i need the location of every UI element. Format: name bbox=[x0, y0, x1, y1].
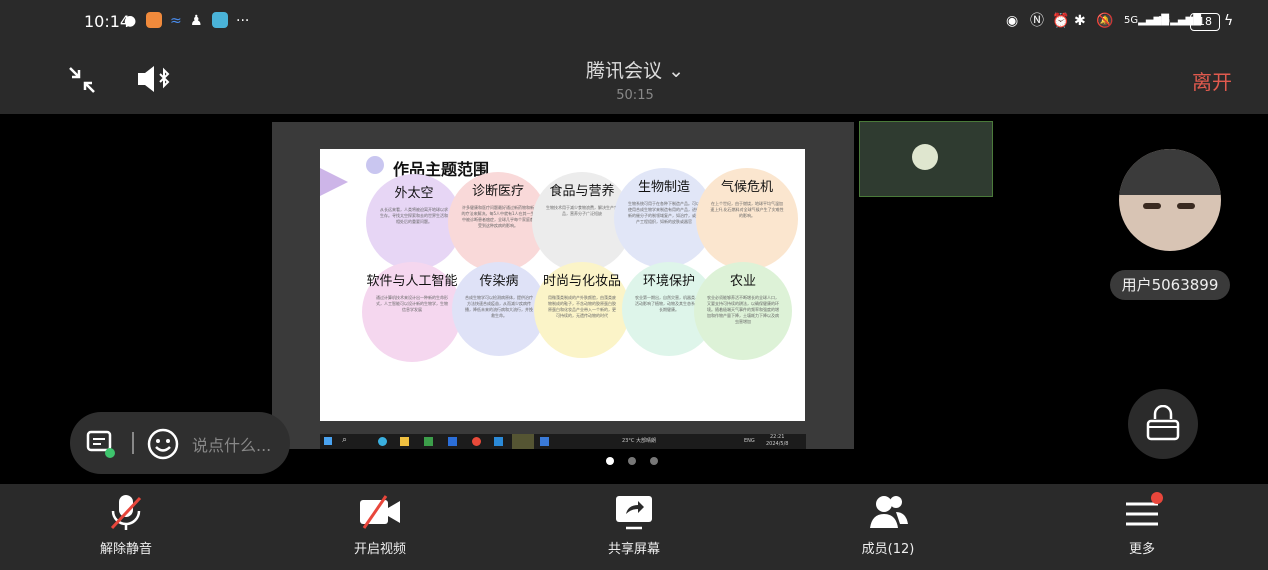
topic-bubble: 时尚与化妆品用微藻类制成的产外肤颜脸，由藻类废物制成的鞋子，不含动物的胶原蛋白胶… bbox=[534, 262, 630, 358]
topic-title: 气候危机 bbox=[720, 180, 773, 195]
topic-title: 环境保护 bbox=[642, 274, 695, 289]
topic-bubble: 软件与人工智能 通过计算机技术来设计出一种新的生命形式，人工智能可以设计新的生物学… bbox=[362, 262, 462, 362]
topic-text: 合成生物学可以检测病原体，提供治疗方法快速合成疫苗，从而减少疾病传播，降低未来的… bbox=[464, 295, 533, 318]
topic-title: 食品与营养 bbox=[549, 184, 615, 199]
share-screen-label: 共享屏幕 bbox=[607, 542, 660, 557]
shared-taskbar: ⌕ 23°C 大部晴朗 ENG 22:21 2024/5/8 bbox=[320, 434, 806, 449]
menu-icon bbox=[1126, 492, 1163, 526]
leave-button[interactable]: 离开 bbox=[1192, 66, 1232, 95]
subtitles-icon[interactable] bbox=[86, 429, 116, 459]
slide-decoration bbox=[320, 168, 348, 196]
topic-text: 用微藻类制成的产外肤颜脸，由藻类废物制成的鞋子，不含动物的胶原蛋白胶原蛋白和化妆… bbox=[548, 295, 616, 318]
more-label: 更多 bbox=[1128, 542, 1155, 557]
active-app-icon bbox=[512, 434, 534, 449]
edge-icon bbox=[378, 437, 387, 446]
topic-title: 诊断医疗 bbox=[471, 184, 524, 199]
slide-title-bullet bbox=[366, 156, 384, 174]
chat-input[interactable]: 说点什么... bbox=[192, 432, 271, 456]
thumbnail-avatar bbox=[912, 144, 938, 170]
page-dot[interactable] bbox=[628, 457, 636, 465]
reader-app-icon bbox=[212, 12, 228, 30]
chat-bar: 说点什么... bbox=[70, 412, 290, 474]
more-button[interactable]: 更多 bbox=[1082, 492, 1202, 557]
avatar-eye bbox=[1177, 203, 1195, 209]
participant-thumbnail[interactable] bbox=[859, 121, 993, 197]
search-icon: ⌕ bbox=[342, 435, 348, 445]
page-dot[interactable] bbox=[606, 457, 614, 465]
topic-text: 生物技术用于减少食物浪费，解决生产食品，营养分子广泛短缺 bbox=[546, 205, 618, 216]
bluetooth-icon: ✱ bbox=[1074, 13, 1086, 29]
app-icon bbox=[448, 437, 457, 446]
avatar-hair bbox=[1119, 149, 1221, 195]
topic-title: 生物制造 bbox=[637, 180, 690, 195]
topic-title: 外太空 bbox=[394, 186, 434, 201]
topic-title: 农业 bbox=[729, 274, 756, 289]
audio-bluetooth-icon[interactable] bbox=[134, 62, 174, 96]
topic-text: 在上个世纪，由于燃烧，地球平均气温加速上升,化石燃料对全球气候产生了灾难性的影响… bbox=[710, 201, 784, 218]
meeting-app-icon: ≈ bbox=[170, 13, 182, 29]
more-notifications-icon: ··· bbox=[236, 13, 250, 29]
divider bbox=[132, 432, 134, 454]
nfc-icon: Ⓝ bbox=[1030, 13, 1044, 29]
lock-rotate-icon bbox=[1146, 405, 1180, 441]
topic-bubble: 农业农业必须能够养活不断增长的全球人口，又要支持可持续的耕法，以确保健康的环境。… bbox=[694, 262, 792, 360]
page-indicator bbox=[606, 450, 672, 469]
topic-text: 从长远来看，人类将被迫离开地球以求生存。寻找太空探索和去的世界生活和相处后的重要… bbox=[380, 207, 448, 224]
globe-icon: ● bbox=[124, 13, 137, 29]
alarm-icon: ⏰ bbox=[1052, 13, 1070, 29]
members-icon bbox=[870, 496, 908, 528]
store-icon bbox=[424, 437, 433, 446]
meeting-title[interactable]: 腾讯会议 ⌄ bbox=[560, 56, 710, 83]
topic-text: 农业必须能够养活不断增长的全球人口，又要支持可持续的耕法，以确保健康的环境。随着… bbox=[706, 295, 779, 324]
eye-icon: ◉ bbox=[1006, 13, 1019, 29]
minimize-icon[interactable] bbox=[66, 64, 98, 96]
taskbar-lang: ENG bbox=[744, 438, 755, 444]
avatar[interactable] bbox=[1119, 149, 1221, 251]
charging-icon: ϟ bbox=[1224, 13, 1234, 29]
unmute-label: 解除静音 bbox=[99, 542, 152, 557]
topic-text: 许多健康和医疗问题最好通过新药物和新的疗法来解决。每5人中就有1人在其一生中被诊… bbox=[461, 205, 535, 228]
orientation-lock-button[interactable] bbox=[1128, 389, 1198, 459]
topic-bubble: 气候危机在上个世纪，由于燃烧，地球平均气温加速上升,化石燃料对全球气候产生了灾难… bbox=[696, 168, 798, 270]
silent-icon: 🔕 bbox=[1096, 13, 1114, 29]
qq-icon: ♟ bbox=[190, 13, 203, 29]
app-icon bbox=[540, 437, 549, 446]
topic-text: 通过计算机技术来设计出一种新的生命形式，人工智能可以设计新的生物学，生物信息学发… bbox=[376, 295, 448, 312]
start-video-button[interactable]: 开启视频 bbox=[320, 492, 440, 557]
members-button[interactable]: 成员(12) bbox=[828, 492, 948, 557]
participant-name: 用户5063899 bbox=[1110, 270, 1230, 300]
unmute-button[interactable]: 解除静音 bbox=[66, 492, 186, 557]
topic-text: 生物系统可用于在各种下制造产品。可以使用合成生物学来制造有用的产品，进行新的催分… bbox=[628, 201, 700, 224]
start-video-label: 开启视频 bbox=[353, 542, 406, 557]
taskbar-weather: 23°C 大部晴朗 bbox=[622, 438, 656, 444]
topic-bubble: 传染病合成生物学可以检测病原体，提供治疗方法快速合成疫苗，从而减少疾病传播，降低… bbox=[452, 262, 546, 356]
chrome-icon bbox=[472, 437, 481, 446]
battery-icon: 18 bbox=[1190, 13, 1220, 31]
app-icon bbox=[494, 437, 503, 446]
topic-title: 软件与人工智能 bbox=[366, 274, 458, 289]
page-dot[interactable] bbox=[650, 457, 658, 465]
topic-title: 时尚与化妆品 bbox=[542, 274, 621, 289]
emoji-icon[interactable] bbox=[146, 427, 180, 461]
mic-off-icon bbox=[110, 495, 142, 530]
windows-start-icon bbox=[324, 437, 332, 445]
meeting-duration: 50:15 bbox=[616, 88, 654, 103]
taskbar-time: 22:21 bbox=[770, 434, 785, 440]
video-off-icon bbox=[360, 495, 400, 529]
taskbar-date: 2024/5/8 bbox=[766, 441, 789, 447]
share-screen-icon bbox=[616, 496, 652, 530]
avatar-eye bbox=[1143, 203, 1161, 209]
app-notification-icon bbox=[146, 12, 162, 30]
members-label: 成员(12) bbox=[861, 542, 915, 557]
chevron-down-icon: ⌄ bbox=[668, 60, 684, 82]
share-screen-button[interactable]: 共享屏幕 bbox=[574, 492, 694, 557]
folder-icon bbox=[400, 437, 409, 446]
topic-title: 传染病 bbox=[479, 274, 519, 289]
